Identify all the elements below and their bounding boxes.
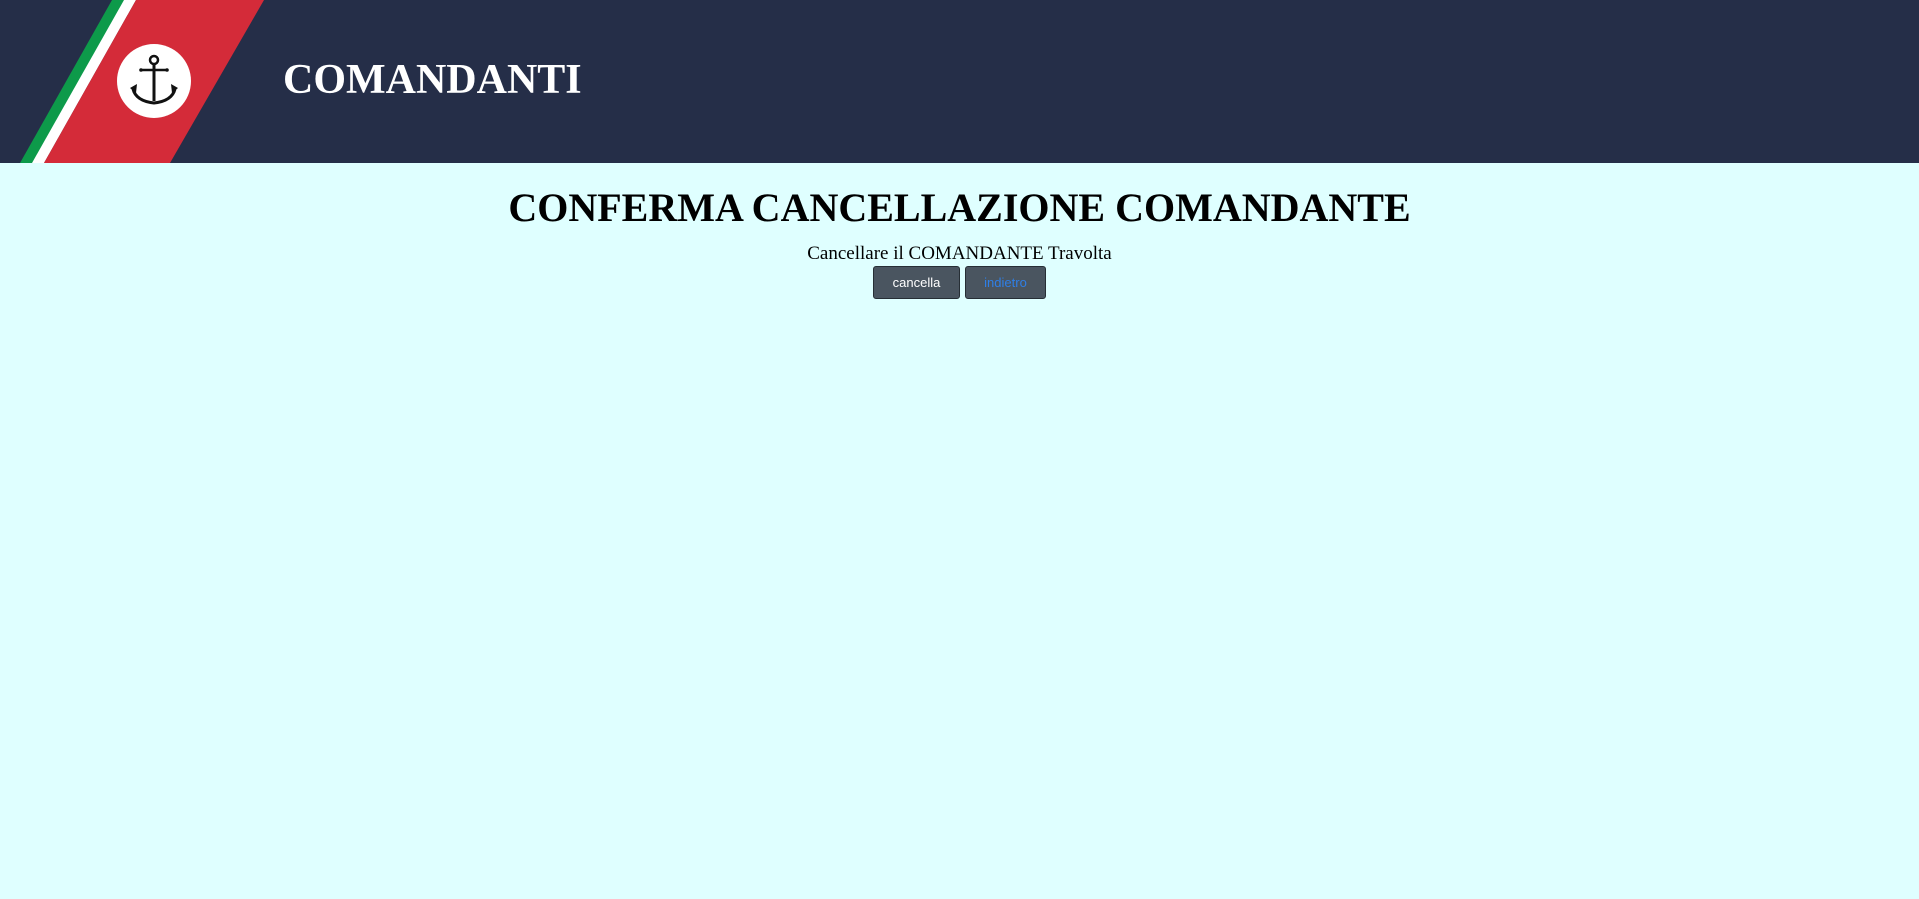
- logo-emblem: [117, 44, 191, 118]
- page-title: CONFERMA CANCELLAZIONE COMANDANTE: [508, 185, 1411, 230]
- anchor-icon: [130, 54, 178, 105]
- header-title: COMANDANTI: [283, 57, 582, 103]
- action-buttons: cancella indietro: [0, 266, 1919, 299]
- site-header: COMANDANTI: [0, 0, 1919, 163]
- back-button[interactable]: indietro: [965, 266, 1046, 299]
- delete-button[interactable]: cancella: [873, 266, 960, 299]
- confirmation-message: Cancellare il COMANDANTE Travolta: [807, 243, 1112, 264]
- main-content: CONFERMA CANCELLAZIONE COMANDANTE Cancel…: [0, 163, 1919, 299]
